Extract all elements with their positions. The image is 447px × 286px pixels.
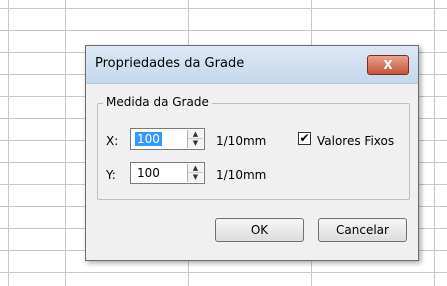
x-unit-label: 1/10mm	[216, 134, 267, 148]
y-spin-down-icon[interactable]: ▼	[188, 173, 203, 182]
y-unit-label: 1/10mm	[216, 168, 267, 182]
close-icon: X	[383, 58, 393, 72]
x-spin-buttons[interactable]: ▲ ▼	[187, 130, 203, 148]
y-spin-up-icon[interactable]: ▲	[188, 164, 203, 173]
ok-button[interactable]: OK	[215, 218, 304, 242]
x-input[interactable]: 100	[135, 132, 162, 146]
dialog-titlebar[interactable]: Propriedades da Grade X	[86, 46, 418, 84]
x-spin-up-icon[interactable]: ▲	[188, 130, 203, 139]
close-button[interactable]: X	[367, 55, 409, 75]
grid-border-left	[8, 0, 9, 286]
grid-properties-dialog: Propriedades da Grade X Medida da Grade …	[85, 45, 419, 261]
dialog-title: Propriedades da Grade	[95, 56, 245, 71]
y-input[interactable]: 100	[135, 166, 162, 180]
x-spinbox[interactable]: 100 ▲ ▼	[130, 128, 205, 150]
fixed-values-label[interactable]: Valores Fixos	[317, 134, 394, 148]
grid-measure-group	[97, 103, 410, 200]
x-spin-down-icon[interactable]: ▼	[188, 139, 203, 148]
y-label: Y:	[106, 168, 116, 182]
grid-border-top	[0, 8, 447, 9]
group-label: Medida da Grade	[103, 95, 212, 109]
x-label: X:	[106, 134, 119, 148]
check-icon: ✔	[299, 131, 310, 145]
fixed-values-checkbox[interactable]: ✔	[298, 132, 311, 145]
cancel-button[interactable]: Cancelar	[318, 218, 407, 242]
y-spin-buttons[interactable]: ▲ ▼	[187, 164, 203, 182]
y-spinbox[interactable]: 100 ▲ ▼	[130, 162, 205, 184]
